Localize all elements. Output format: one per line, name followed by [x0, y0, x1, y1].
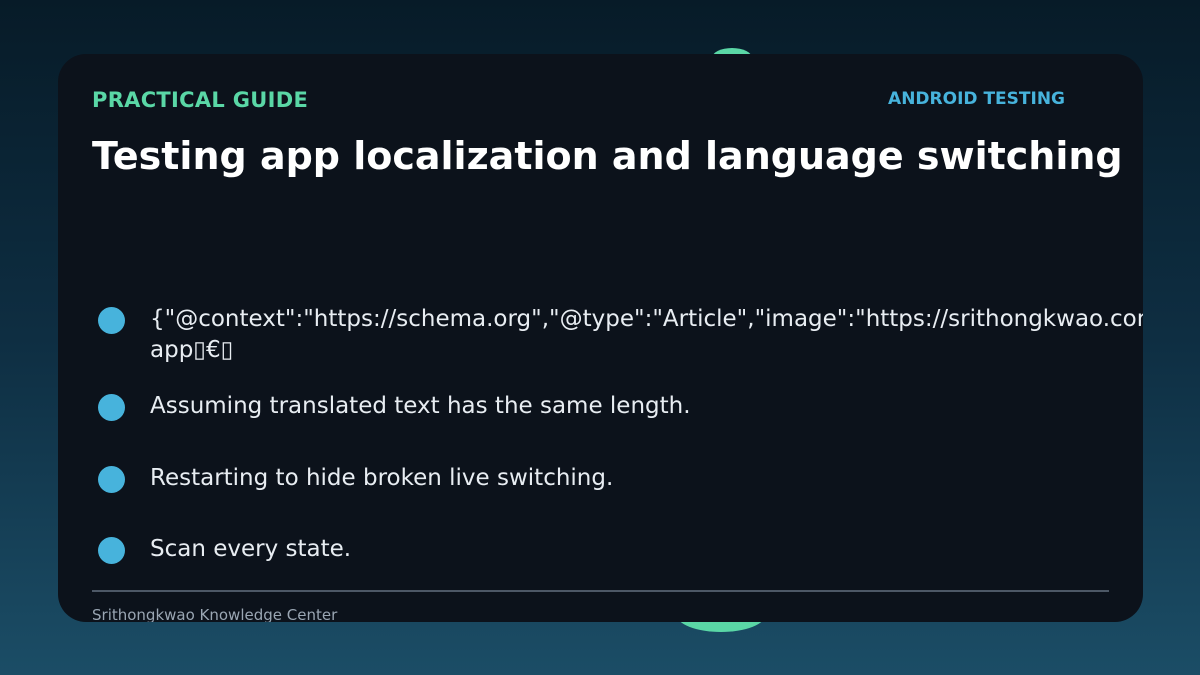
- bullet-dot-icon: [98, 466, 125, 493]
- guide-card: PRACTICAL GUIDE ANDROID TESTING Testing …: [58, 54, 1143, 622]
- list-item-text: Restarting to hide broken live switching…: [150, 465, 614, 491]
- list-item: Restarting to hide broken live switching…: [98, 463, 613, 494]
- page-title: Testing app localization and language sw…: [92, 134, 1123, 178]
- list-item-text: Assuming translated text has the same le…: [150, 393, 691, 419]
- list-item-text: Scan every state.: [150, 536, 352, 562]
- category-tag: ANDROID TESTING: [888, 89, 1065, 109]
- list-item: {"@context":"https://schema.org","@type"…: [98, 304, 1143, 366]
- divider: [92, 590, 1109, 592]
- bullet-dot-icon: [98, 394, 125, 421]
- bullet-dot-icon: [98, 537, 125, 564]
- bullet-dot-icon: [98, 307, 125, 334]
- list-item: Scan every state.: [98, 534, 351, 565]
- list-item: Assuming translated text has the same le…: [98, 391, 691, 422]
- footer-credit: Srithongkwao Knowledge Center: [92, 606, 338, 622]
- list-item-text: {"@context":"https://schema.org","@type"…: [150, 306, 1143, 363]
- eyebrow-label: PRACTICAL GUIDE: [92, 88, 309, 112]
